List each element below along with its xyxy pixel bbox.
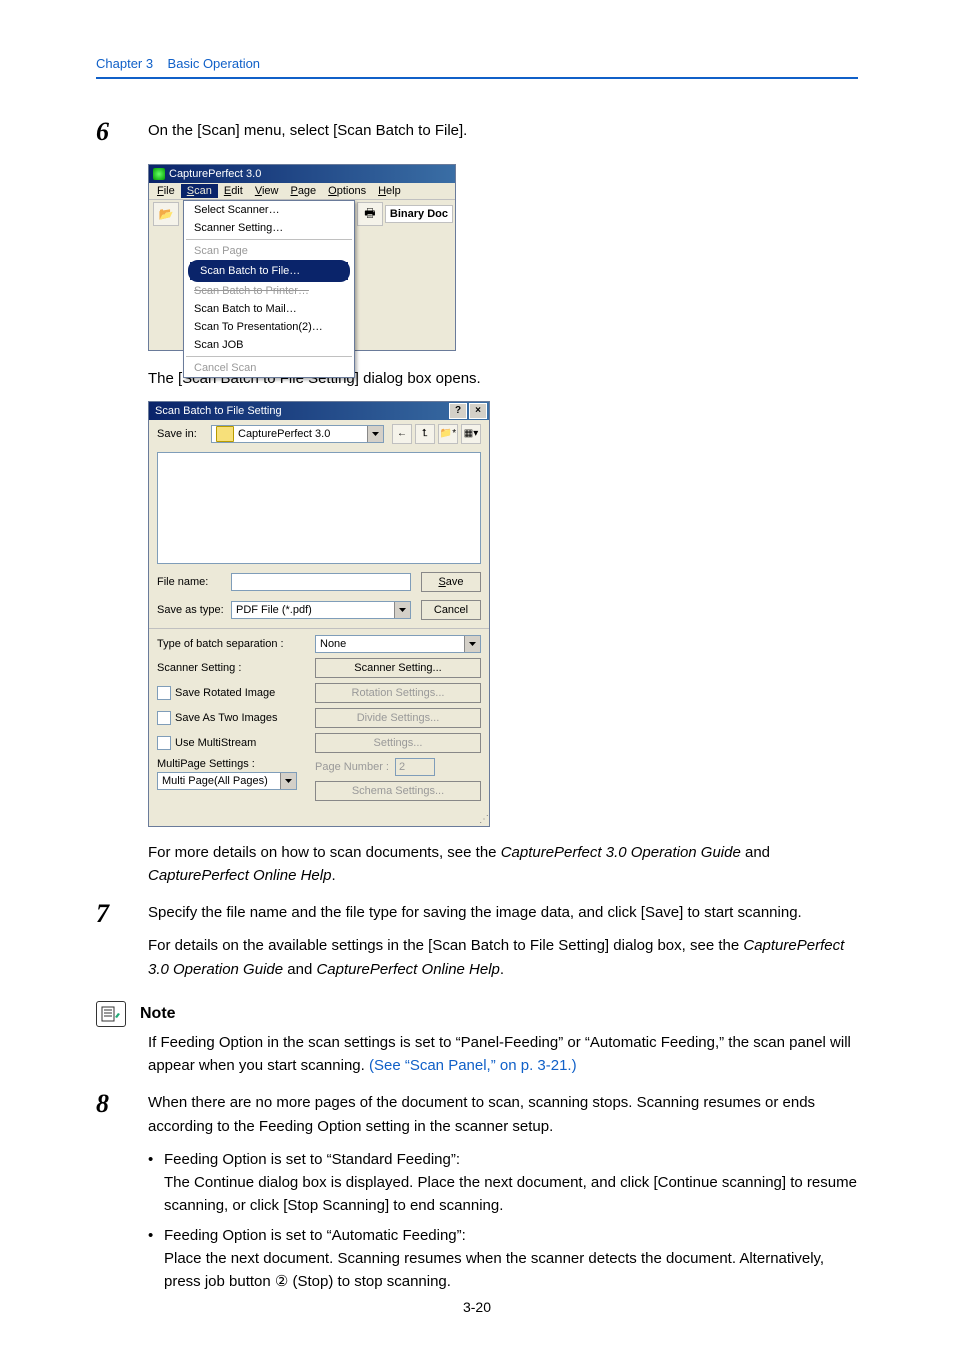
file-name-label: File name: bbox=[157, 576, 227, 588]
menubar: File Scan Edit View Page Options Help bbox=[149, 183, 455, 200]
screenshot-menu: CapturePerfect 3.0 File Scan Edit View P… bbox=[148, 164, 456, 351]
menu-scan-job[interactable]: Scan JOB bbox=[184, 336, 354, 354]
divide-settings-button: Divide Settings... bbox=[315, 708, 481, 728]
note-text: If Feeding Option in the scan settings i… bbox=[148, 1031, 858, 1078]
highlight-oval: Scan Batch to File… bbox=[188, 260, 350, 282]
window-titlebar: CapturePerfect 3.0 bbox=[149, 165, 455, 183]
new-folder-icon[interactable]: 📁* bbox=[438, 424, 458, 444]
step-number-8: 8 bbox=[96, 1091, 148, 1117]
save-button[interactable]: Save bbox=[421, 572, 481, 592]
multipage-value: Multi Page(All Pages) bbox=[162, 775, 268, 787]
batch-sep-value: None bbox=[320, 638, 346, 650]
page-header: Chapter 3 Basic Operation bbox=[96, 56, 858, 71]
chevron-down-icon[interactable] bbox=[280, 773, 296, 789]
step-number-6: 6 bbox=[96, 119, 148, 145]
menu-scan-presentation[interactable]: Scan To Presentation(2)… bbox=[184, 318, 354, 336]
page-number-label: Page Number : bbox=[315, 761, 389, 773]
save-rotated-label: Save Rotated Image bbox=[175, 687, 275, 699]
resize-grip-icon[interactable]: ⋰ bbox=[149, 816, 489, 826]
toolbar-left: 📂 bbox=[149, 200, 183, 350]
step8-bullet-2: Feeding Option is set to “Automatic Feed… bbox=[148, 1224, 858, 1294]
chevron-down-icon[interactable] bbox=[464, 636, 480, 652]
chevron-down-icon[interactable] bbox=[367, 426, 383, 442]
menu-options[interactable]: Options bbox=[322, 184, 372, 198]
menu-edit[interactable]: Edit bbox=[218, 184, 249, 198]
menu-file[interactable]: File bbox=[151, 184, 181, 198]
cancel-button[interactable]: Cancel bbox=[421, 600, 481, 620]
menu-cancel-scan: Cancel Scan bbox=[184, 359, 354, 377]
menu-page[interactable]: Page bbox=[284, 184, 322, 198]
menu-help[interactable]: Help bbox=[372, 184, 407, 198]
use-multistream-label: Use MultiStream bbox=[175, 737, 256, 749]
step6-text: On the [Scan] menu, select [Scan Batch t… bbox=[148, 119, 858, 142]
chapter-label: Chapter 3 bbox=[96, 56, 153, 71]
toolbar-icon-3[interactable]: 🖶 bbox=[357, 202, 383, 226]
dialog-titlebar: Scan Batch to File Setting ? × bbox=[149, 402, 489, 420]
back-icon[interactable]: ← bbox=[392, 424, 412, 444]
menu-scan[interactable]: Scan bbox=[181, 184, 218, 198]
step7-line2: For details on the available settings in… bbox=[148, 934, 858, 981]
mode-label: Binary Doc bbox=[385, 205, 453, 223]
save-rotated-checkbox[interactable] bbox=[157, 686, 171, 700]
menu-scan-batch-printer[interactable]: Scan Batch to Printer… bbox=[184, 282, 354, 300]
scanner-setting-label: Scanner Setting : bbox=[157, 662, 241, 674]
batch-sep-select[interactable]: None bbox=[315, 635, 481, 653]
chevron-down-icon[interactable] bbox=[394, 602, 410, 618]
use-multistream-checkbox[interactable] bbox=[157, 736, 171, 750]
open-icon[interactable]: 📂 bbox=[153, 202, 179, 226]
save-as-type-select[interactable]: PDF File (*.pdf) bbox=[231, 601, 411, 619]
up-icon[interactable]: ⮤ bbox=[415, 424, 435, 444]
menu-scan-batch-file[interactable]: Scan Batch to File… bbox=[190, 262, 348, 280]
view-menu-icon[interactable]: ▦▾ bbox=[461, 424, 481, 444]
multipage-label: MultiPage Settings : bbox=[157, 758, 255, 770]
page-number: 3-20 bbox=[0, 1299, 954, 1315]
batch-sep-label: Type of batch separation : bbox=[157, 638, 284, 650]
window-title: CapturePerfect 3.0 bbox=[169, 168, 261, 180]
save-as-type-label: Save as type: bbox=[157, 604, 227, 616]
multipage-select[interactable]: Multi Page(All Pages) bbox=[157, 772, 297, 790]
screenshot-dialog: Scan Batch to File Setting ? × Save in: … bbox=[148, 401, 490, 827]
save-two-checkbox[interactable] bbox=[157, 711, 171, 725]
step6-detail: For more details on how to scan document… bbox=[148, 841, 858, 888]
menu-scanner-setting[interactable]: Scanner Setting… bbox=[184, 219, 354, 237]
app-icon bbox=[153, 168, 165, 180]
help-icon[interactable]: ? bbox=[449, 403, 467, 419]
dialog-title: Scan Batch to File Setting bbox=[155, 405, 282, 417]
menu-scan-page: Scan Page bbox=[184, 242, 354, 260]
file-list-area[interactable] bbox=[157, 452, 481, 564]
schema-settings-button: Schema Settings... bbox=[315, 781, 481, 801]
scanner-setting-button[interactable]: Scanner Setting... bbox=[315, 658, 481, 678]
menu-view[interactable]: View bbox=[249, 184, 285, 198]
folder-icon bbox=[216, 426, 234, 442]
close-icon[interactable]: × bbox=[469, 403, 487, 419]
save-in-value: CapturePerfect 3.0 bbox=[238, 428, 330, 440]
note-link[interactable]: (See “Scan Panel,” on p. 3-21.) bbox=[369, 1057, 577, 1074]
menu-scan-batch-mail[interactable]: Scan Batch to Mail… bbox=[184, 300, 354, 318]
note-icon bbox=[96, 1001, 126, 1027]
multistream-settings-button: Settings... bbox=[315, 733, 481, 753]
save-two-label: Save As Two Images bbox=[175, 712, 278, 724]
save-as-type-value: PDF File (*.pdf) bbox=[236, 604, 312, 616]
chapter-title: Basic Operation bbox=[168, 56, 261, 71]
save-in-label: Save in: bbox=[157, 428, 207, 440]
step-number-7: 7 bbox=[96, 901, 148, 927]
page-number-input bbox=[395, 758, 435, 776]
step8-intro: When there are no more pages of the docu… bbox=[148, 1091, 858, 1138]
step8-bullet-1: Feeding Option is set to “Standard Feedi… bbox=[148, 1148, 858, 1218]
rotation-settings-button: Rotation Settings... bbox=[315, 683, 481, 703]
file-name-input[interactable] bbox=[231, 573, 411, 591]
step7-line1: Specify the file name and the file type … bbox=[148, 901, 858, 924]
note-label: Note bbox=[140, 1005, 176, 1023]
header-rule bbox=[96, 77, 858, 79]
menu-select-scanner[interactable]: Select Scanner… bbox=[184, 201, 354, 219]
scan-dropdown: Select Scanner… Scanner Setting… Scan Pa… bbox=[183, 200, 355, 378]
save-in-select[interactable]: CapturePerfect 3.0 bbox=[211, 425, 384, 443]
